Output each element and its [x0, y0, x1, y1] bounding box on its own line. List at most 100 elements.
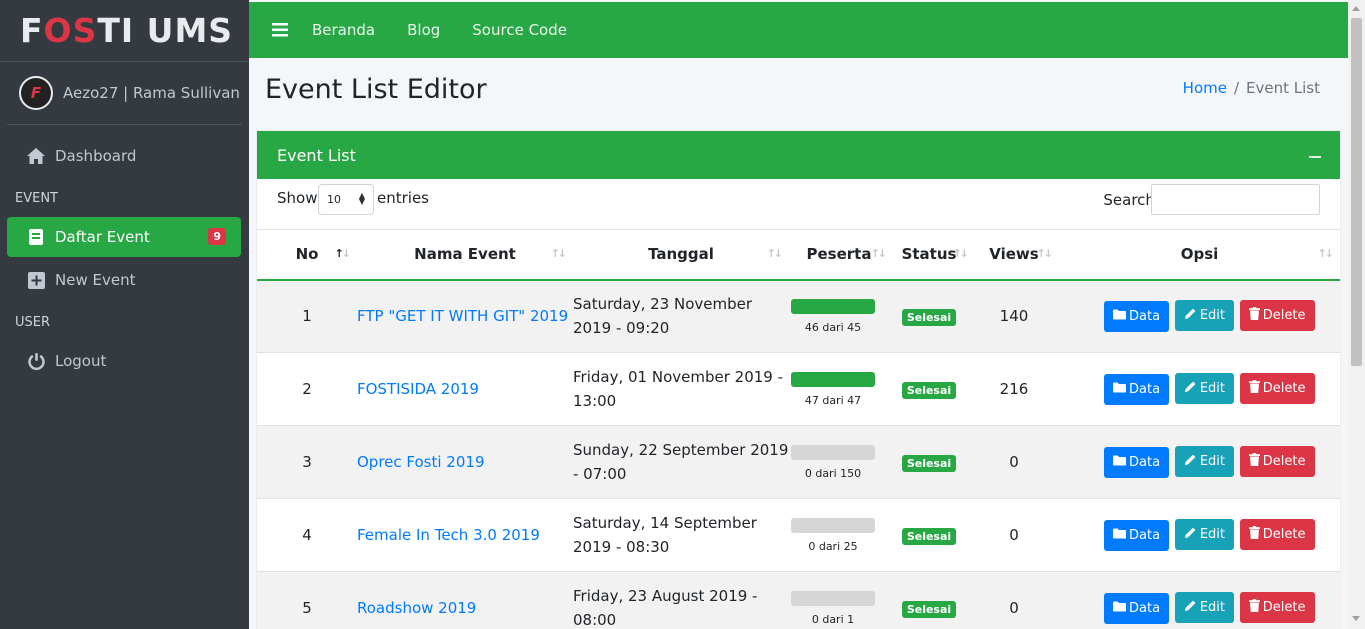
- cell-no: 4: [257, 498, 357, 572]
- participant-count: 0 dari 25: [808, 539, 858, 553]
- home-icon: [26, 146, 46, 166]
- cell-views: 0: [969, 425, 1059, 499]
- brand-part-1: F: [20, 11, 44, 50]
- brand-part-2: OS: [43, 11, 98, 50]
- data-button[interactable]: Data: [1104, 374, 1170, 405]
- cell-opsi: Data Edit Delete: [1059, 352, 1340, 426]
- table-row: 4 Female In Tech 3.0 2019 Saturday, 14 Sep…: [257, 498, 1340, 572]
- data-button[interactable]: Data: [1104, 593, 1170, 625]
- delete-button[interactable]: Delete: [1239, 519, 1315, 550]
- column-header-date[interactable]: Tanggal ↑↓: [573, 229, 789, 281]
- column-header-opsi[interactable]: Opsi ↑↓: [1059, 229, 1340, 281]
- collapse-icon[interactable]: [1309, 156, 1321, 158]
- sort-icon: ↑↓: [1036, 247, 1054, 260]
- cell-date: Friday, 01 November 2019 - 13:00: [573, 352, 789, 426]
- cell-status: Selesai: [889, 498, 969, 572]
- folder-icon: [1113, 601, 1129, 616]
- column-header-peserta[interactable]: Peserta ↑↓: [789, 229, 889, 281]
- cell-status: Selesai: [889, 352, 969, 426]
- event-link[interactable]: FOSTISIDA 2019: [357, 380, 479, 398]
- folder-icon: [1113, 309, 1129, 324]
- breadcrumb-current: Event List: [1246, 79, 1320, 97]
- sort-icon: ↑↓: [870, 247, 888, 260]
- cell-date: Saturday, 14 September 2019 - 08:30: [573, 498, 789, 572]
- sort-icon: ↑↓: [1317, 247, 1335, 260]
- data-button[interactable]: Data: [1104, 520, 1170, 551]
- avatar[interactable]: F: [19, 76, 53, 110]
- trash-icon: [1248, 526, 1263, 543]
- edit-button[interactable]: Edit: [1174, 300, 1235, 332]
- delete-button[interactable]: Delete: [1239, 300, 1315, 332]
- book-icon: [26, 227, 46, 247]
- nav-link-source-code[interactable]: Source Code: [472, 21, 567, 39]
- participant-progress-bar: [791, 371, 875, 387]
- button-label: Edit: [1199, 454, 1226, 469]
- participant-progress: [791, 590, 875, 606]
- breadcrumb-home[interactable]: Home: [1183, 79, 1227, 97]
- column-header-views[interactable]: Views ↑↓: [969, 229, 1059, 281]
- brand-logo[interactable]: FOSTI UMS: [0, 0, 249, 62]
- event-link[interactable]: Female In Tech 3.0 2019: [357, 526, 540, 544]
- scroll-thumb[interactable]: [1351, 18, 1362, 366]
- event-link[interactable]: FTP "GET IT WITH GIT" 2019: [357, 307, 568, 325]
- column-header-no[interactable]: No ↑↓: [257, 229, 357, 281]
- column-header-name[interactable]: Nama Event ↑↓: [357, 229, 573, 281]
- top-navbar: Beranda Blog Source Code: [249, 2, 1348, 58]
- participant-progress: [791, 517, 875, 533]
- avatar-letter: F: [30, 84, 42, 102]
- menu-toggle-icon[interactable]: [272, 18, 288, 42]
- delete-button[interactable]: Delete: [1239, 446, 1315, 477]
- user-name[interactable]: Aezo27 | Rama Sullivan: [63, 84, 240, 102]
- event-link[interactable]: Oprec Fosti 2019: [357, 453, 485, 471]
- data-button[interactable]: Data: [1104, 447, 1170, 478]
- button-label: Delete: [1262, 381, 1306, 396]
- status-badge: Selesai: [901, 308, 957, 326]
- edit-button[interactable]: Edit: [1174, 519, 1235, 550]
- button-label: Edit: [1199, 381, 1226, 396]
- scroll-down-icon[interactable]: [1352, 616, 1360, 621]
- sidebar-item-daftar-event[interactable]: Daftar Event 9: [7, 217, 241, 257]
- entries-select[interactable]: 10 ▲ ▼: [318, 184, 374, 215]
- select-arrows-icon: ▲ ▼: [358, 191, 365, 206]
- participant-count: 0 dari 1: [811, 612, 855, 626]
- cell-name: Female In Tech 3.0 2019: [357, 498, 573, 572]
- delete-button[interactable]: Delete: [1239, 373, 1315, 404]
- nav-link-blog[interactable]: Blog: [407, 21, 440, 39]
- data-button[interactable]: Data: [1104, 301, 1170, 333]
- edit-button[interactable]: Edit: [1174, 373, 1235, 404]
- nav-link-beranda[interactable]: Beranda: [312, 21, 375, 39]
- sidebar-item-label: Dashboard: [55, 147, 137, 165]
- sidebar-item-dashboard[interactable]: Dashboard: [7, 136, 241, 176]
- scroll-up-icon[interactable]: [1352, 6, 1360, 11]
- button-label: Edit: [1199, 308, 1226, 324]
- participant-progress: [791, 298, 875, 314]
- event-link[interactable]: Roadshow 2019: [357, 599, 476, 617]
- breadcrumb: Home / Event List: [1183, 79, 1320, 97]
- pencil-icon: [1184, 307, 1200, 324]
- trash-icon: [1248, 307, 1263, 324]
- page-scrollbar[interactable]: [1348, 0, 1365, 629]
- status-badge: Selesai: [901, 454, 957, 472]
- column-header-status[interactable]: Status ↑↓: [889, 229, 969, 281]
- breadcrumb-separator: /: [1233, 79, 1240, 97]
- card-header: Event List: [257, 131, 1340, 179]
- status-badge: Selesai: [901, 600, 957, 618]
- search-input[interactable]: [1151, 184, 1320, 215]
- show-label: Show: [277, 189, 318, 207]
- sidebar-item-logout[interactable]: Logout: [7, 341, 241, 381]
- header-label: Status: [901, 245, 957, 264]
- nav-header-event: EVENT: [15, 190, 58, 206]
- pencil-icon: [1184, 453, 1200, 470]
- sort-asc-icon: ↑↓: [334, 247, 352, 260]
- cell-no: 5: [257, 571, 357, 629]
- edit-button[interactable]: Edit: [1174, 446, 1235, 477]
- button-label: Data: [1129, 601, 1161, 617]
- sidebar-item-new-event[interactable]: New Event: [7, 260, 241, 300]
- cell-opsi: Data Edit Delete: [1059, 279, 1340, 353]
- cell-peserta: 46 dari 45: [789, 279, 889, 353]
- delete-button[interactable]: Delete: [1239, 592, 1315, 624]
- participant-count: 46 dari 45: [804, 320, 862, 334]
- edit-button[interactable]: Edit: [1174, 592, 1235, 624]
- trash-icon: [1248, 380, 1263, 397]
- pencil-icon: [1184, 599, 1200, 616]
